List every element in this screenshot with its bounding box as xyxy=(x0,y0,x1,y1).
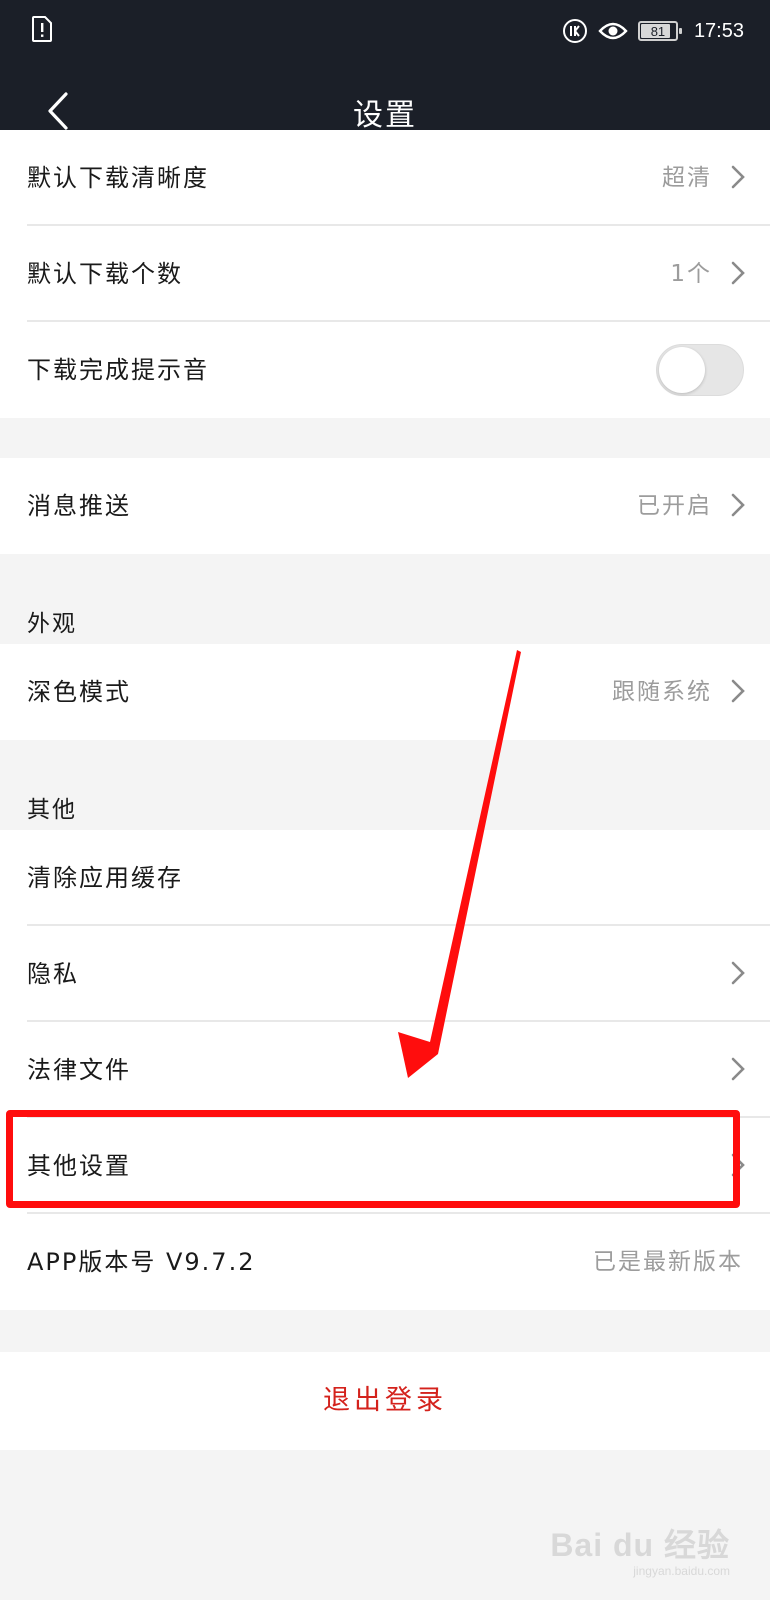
row-label: 深色模式 xyxy=(27,678,131,706)
settings-row-clear-cache[interactable]: 清除应用缓存 xyxy=(0,830,770,926)
settings-row-privacy[interactable]: 隐私 xyxy=(0,926,770,1022)
row-label: 默认下载个数 xyxy=(27,260,183,288)
chevron-right-icon xyxy=(731,1057,745,1081)
settings-row-legal[interactable]: 法律文件 xyxy=(0,1022,770,1118)
section-header-other: 其他 xyxy=(27,797,77,823)
status-bar: 81 17:53 xyxy=(0,0,770,62)
watermark-url: jingyan.baidu.com xyxy=(633,1564,730,1578)
eye-comfort-icon xyxy=(598,22,628,40)
row-value: 跟随系统 xyxy=(612,679,712,705)
chevron-right-icon xyxy=(731,261,745,285)
settings-row-download-sound: 下载完成提示音 xyxy=(0,322,770,418)
hd-call-icon xyxy=(562,19,587,43)
chevron-right-icon xyxy=(731,961,745,985)
chevron-right-icon xyxy=(731,493,745,517)
row-label: 法律文件 xyxy=(27,1056,131,1084)
settings-row-download-count[interactable]: 默认下载个数 1个 xyxy=(0,226,770,322)
settings-row-download-quality[interactable]: 默认下载清晰度 超清 xyxy=(0,130,770,226)
row-value: 已是最新版本 xyxy=(593,1249,743,1275)
chevron-right-icon xyxy=(731,679,745,703)
row-value: 1个 xyxy=(670,261,712,287)
sim-alert-icon xyxy=(32,16,52,42)
battery-level: 81 xyxy=(650,23,666,39)
row-label: APP版本号 V9.7.2 xyxy=(27,1248,256,1276)
settings-row-dark-mode[interactable]: 深色模式 跟随系统 xyxy=(0,644,770,740)
row-label: 下载完成提示音 xyxy=(27,356,209,384)
watermark-brand: Bai du 经验 xyxy=(550,1527,730,1563)
download-sound-toggle[interactable] xyxy=(656,344,744,396)
row-value: 已开启 xyxy=(637,493,712,519)
chevron-right-icon xyxy=(731,165,745,189)
row-label: 消息推送 xyxy=(27,492,131,520)
row-label: 其他设置 xyxy=(27,1152,131,1180)
settings-row-app-version[interactable]: APP版本号 V9.7.2 已是最新版本 xyxy=(0,1214,770,1310)
row-label: 隐私 xyxy=(27,960,79,988)
battery-icon: 81 xyxy=(637,21,682,41)
row-label: 默认下载清晰度 xyxy=(27,164,209,192)
toggle-knob xyxy=(659,347,705,393)
row-value: 超清 xyxy=(662,165,712,191)
baidu-jingyan-watermark: Bai du 经验 jingyan.baidu.com xyxy=(550,1520,730,1578)
section-header-appearance: 外观 xyxy=(27,611,77,637)
clock-time: 17:53 xyxy=(693,19,744,42)
settings-row-other-settings[interactable]: 其他设置 xyxy=(0,1118,770,1214)
logout-button[interactable]: 退出登录 xyxy=(0,1352,770,1450)
row-label: 清除应用缓存 xyxy=(27,864,183,892)
page-title: 设置 xyxy=(353,98,417,133)
settings-row-push-notifications[interactable]: 消息推送 已开启 xyxy=(0,458,770,554)
chevron-right-icon xyxy=(731,1153,745,1177)
